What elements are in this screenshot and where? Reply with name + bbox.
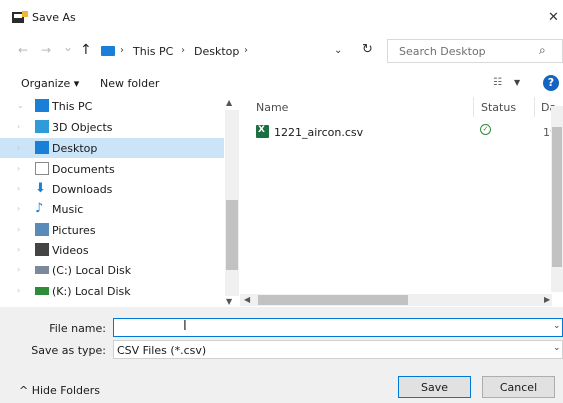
sidebar-item-this-pc[interactable]: ⌄ This PC (0, 96, 224, 116)
scroll-up-icon[interactable]: ▲ (226, 98, 232, 107)
sidebar-item-label: Desktop (52, 142, 98, 155)
window-title: Save As (32, 11, 76, 24)
chevron-right-icon[interactable]: › (17, 204, 20, 213)
file-name-cell[interactable]: 1221_aircon.csv (274, 126, 363, 139)
file-name-label: File name: (49, 322, 106, 335)
navigation-pane-scroll-thumb[interactable] (226, 200, 238, 270)
chevron-right-icon[interactable]: › (17, 265, 20, 274)
search-placeholder: Search Desktop (399, 45, 486, 58)
up-arrow-icon[interactable]: ↑ (80, 42, 92, 58)
chevron-right-icon[interactable]: › (17, 164, 20, 173)
file-list-horizontal-scroll-thumb[interactable] (258, 295, 408, 305)
hide-folders-button[interactable]: ^ Hide Folders (19, 384, 100, 397)
sidebar-item-music[interactable]: › ♪ Music (0, 199, 224, 219)
breadcrumb-separator: › (120, 45, 124, 56)
column-header-status[interactable]: Status (481, 101, 516, 114)
music-icon: ♪ (35, 201, 44, 216)
scroll-down-icon[interactable]: ▼ (226, 297, 232, 306)
sidebar-item-pictures[interactable]: › Pictures (0, 220, 224, 240)
video-icon (35, 243, 49, 256)
breadcrumb-separator: › (244, 45, 248, 56)
refresh-icon[interactable]: ↻ (362, 42, 373, 57)
breadcrumb-this-pc[interactable]: This PC (133, 45, 173, 58)
sidebar-item-desktop[interactable]: › Desktop (0, 138, 224, 158)
sidebar-item-videos[interactable]: › Videos (0, 240, 224, 260)
column-header-name[interactable]: Name (256, 101, 288, 114)
sidebar-item-c-local-disk[interactable]: › (C:) Local Disk (0, 260, 224, 280)
address-dropdown-icon[interactable]: ⌄ (334, 45, 342, 56)
save-as-type-dropdown-icon[interactable]: ⌄ (553, 343, 561, 353)
save-form-area (0, 307, 563, 369)
chevron-right-icon[interactable]: › (17, 143, 20, 152)
scroll-right-icon[interactable]: ▶ (544, 295, 550, 304)
sidebar-item-label: (K:) Local Disk (52, 285, 131, 298)
forward-arrow-icon[interactable]: → (41, 44, 51, 56)
column-divider[interactable] (534, 97, 535, 117)
sidebar-item-label: (C:) Local Disk (52, 264, 132, 277)
sidebar-item-downloads[interactable]: › ⬇ Downloads (0, 179, 224, 199)
chevron-down-icon[interactable]: ⌄ (17, 101, 24, 110)
sidebar-item-documents[interactable]: › Documents (0, 159, 224, 179)
sidebar-item-label: This PC (52, 100, 93, 113)
excel-csv-file-icon (256, 125, 269, 138)
new-folder-button[interactable]: New folder (100, 77, 159, 90)
close-window-button[interactable]: ✕ (548, 11, 559, 24)
sidebar-item-label: Documents (52, 163, 115, 176)
sidebar-item-label: Music (52, 203, 84, 216)
desktop-icon (35, 141, 49, 154)
chevron-right-icon[interactable]: › (17, 122, 20, 131)
synced-icon: ✓ (480, 124, 491, 135)
pc-icon (35, 99, 49, 112)
chevron-right-icon[interactable]: › (17, 184, 20, 193)
command-toolbar (0, 72, 563, 94)
recent-locations-icon[interactable]: ⌄ (63, 41, 73, 53)
breadcrumb-separator: › (181, 45, 185, 56)
sidebar-item-label: Pictures (52, 224, 96, 237)
search-icon[interactable]: ⌕ (539, 43, 546, 58)
download-icon: ⬇ (35, 181, 46, 196)
save-as-type-value: CSV Files (*.csv) (117, 344, 207, 357)
breadcrumb-desktop[interactable]: Desktop (194, 45, 239, 58)
document-icon (35, 162, 49, 175)
view-mode-caret-icon[interactable]: ▼ (514, 78, 520, 87)
drive-icon (35, 266, 49, 274)
save-as-app-icon (12, 11, 28, 24)
help-icon[interactable]: ? (543, 75, 559, 91)
cancel-button[interactable]: Cancel (482, 376, 555, 398)
text-cursor-icon: I (183, 319, 187, 334)
organize-button[interactable]: Organize ▾ (21, 77, 79, 90)
save-button[interactable]: Save (398, 376, 471, 398)
sidebar-item-label: Videos (52, 244, 89, 257)
file-list-vertical-scroll-thumb[interactable] (552, 127, 562, 267)
sidebar-item-k-local-disk[interactable]: › (K:) Local Disk (0, 281, 224, 301)
chevron-right-icon[interactable]: › (17, 225, 20, 234)
file-name-dropdown-icon[interactable]: ⌄ (553, 321, 561, 331)
title-bar (0, 0, 563, 36)
file-name-input[interactable] (113, 318, 563, 337)
sidebar-item-3d-objects[interactable]: › 3D Objects (0, 117, 224, 137)
chevron-right-icon[interactable]: › (17, 245, 20, 254)
navigation-pane: ⌄ This PC › 3D Objects › Desktop › Documents › ⬇ D… (0, 95, 239, 307)
back-arrow-icon[interactable]: ← (18, 44, 28, 56)
pictures-icon (35, 223, 49, 236)
column-divider[interactable] (473, 97, 474, 117)
cube-icon (35, 120, 49, 133)
sidebar-item-label: Downloads (52, 183, 113, 196)
this-pc-icon (101, 46, 115, 56)
drive-icon (35, 287, 49, 295)
sidebar-item-label: 3D Objects (52, 121, 113, 134)
save-as-type-label: Save as type: (31, 344, 106, 357)
view-mode-icon[interactable]: ☷ (493, 77, 502, 88)
chevron-right-icon[interactable]: › (17, 286, 20, 295)
scroll-left-icon[interactable]: ◀ (244, 295, 250, 304)
